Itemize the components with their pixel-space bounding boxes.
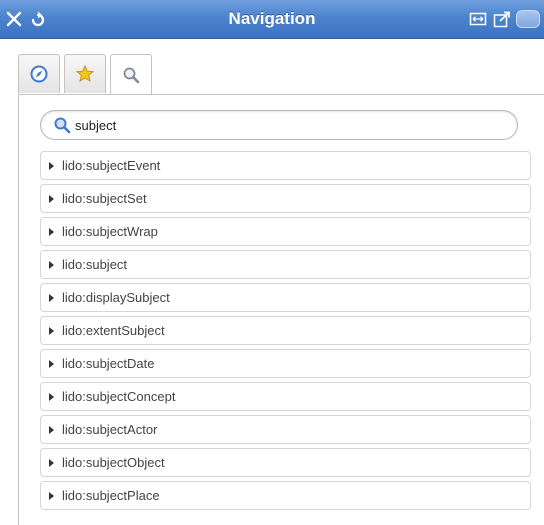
- close-icon: [6, 11, 22, 27]
- tab-favorites[interactable]: [64, 54, 106, 93]
- result-item[interactable]: lido:subject: [40, 250, 531, 279]
- search-icon: [123, 67, 140, 84]
- window-title: Navigation: [228, 9, 316, 28]
- search-input[interactable]: [71, 114, 495, 136]
- resize-icon: [469, 12, 487, 26]
- star-icon: [75, 64, 95, 83]
- external-link-button[interactable]: [492, 8, 512, 30]
- search-results-list: lido:subjectEvent lido:subjectSet lido:s…: [40, 151, 531, 514]
- result-item[interactable]: lido:subjectEvent: [40, 151, 531, 180]
- title-bar-right-actions: [468, 8, 540, 30]
- result-label: lido:subjectEvent: [62, 158, 161, 173]
- expand-arrow-icon: [49, 392, 54, 401]
- title-bar: Navigation: [0, 0, 544, 39]
- expand-arrow-icon: [49, 161, 54, 170]
- search-icon: [54, 117, 71, 134]
- external-link-icon: [493, 11, 510, 27]
- tab-compass[interactable]: [18, 54, 60, 93]
- result-label: lido:subjectWrap: [62, 224, 158, 239]
- expand-arrow-icon: [49, 425, 54, 434]
- compass-icon: [30, 65, 48, 83]
- expand-arrow-icon: [49, 326, 54, 335]
- result-label: lido:subjectObject: [62, 455, 165, 470]
- close-button[interactable]: [4, 8, 24, 30]
- result-label: lido:subjectActor: [62, 422, 158, 437]
- refresh-icon: [31, 11, 45, 27]
- tab-search[interactable]: [110, 54, 152, 95]
- result-label: lido:extentSubject: [62, 323, 165, 338]
- expand-arrow-icon: [49, 491, 54, 500]
- result-item[interactable]: lido:subjectObject: [40, 448, 531, 477]
- result-label: lido:subjectDate: [62, 356, 155, 371]
- result-label: lido:displaySubject: [62, 290, 170, 305]
- result-item[interactable]: lido:subjectActor: [40, 415, 531, 444]
- result-item[interactable]: lido:subjectWrap: [40, 217, 531, 246]
- result-label: lido:subjectConcept: [62, 389, 176, 404]
- expand-arrow-icon: [49, 293, 54, 302]
- expand-arrow-icon: [49, 260, 54, 269]
- toggle-icon[interactable]: [516, 10, 540, 28]
- result-label: lido:subjectSet: [62, 191, 147, 206]
- result-item[interactable]: lido:subjectDate: [40, 349, 531, 378]
- result-item[interactable]: lido:extentSubject: [40, 316, 531, 345]
- search-field[interactable]: [40, 110, 518, 140]
- title-bar-left-actions: [4, 8, 48, 30]
- result-item[interactable]: lido:subjectSet: [40, 184, 531, 213]
- result-item[interactable]: lido:subjectConcept: [40, 382, 531, 411]
- navigation-window: Navigation subject lido:subjectEvent lid…: [0, 0, 544, 525]
- resize-button[interactable]: [468, 8, 488, 30]
- expand-arrow-icon: [49, 194, 54, 203]
- result-label: lido:subjectPlace: [62, 488, 160, 503]
- result-label: lido:subject: [62, 257, 128, 272]
- refresh-button[interactable]: [28, 8, 48, 30]
- expand-arrow-icon: [49, 359, 54, 368]
- tab-bar: [18, 54, 152, 95]
- result-item[interactable]: lido:displaySubject: [40, 283, 531, 312]
- expand-arrow-icon: [49, 458, 54, 467]
- expand-arrow-icon: [49, 227, 54, 236]
- result-item[interactable]: lido:subjectPlace: [40, 481, 531, 510]
